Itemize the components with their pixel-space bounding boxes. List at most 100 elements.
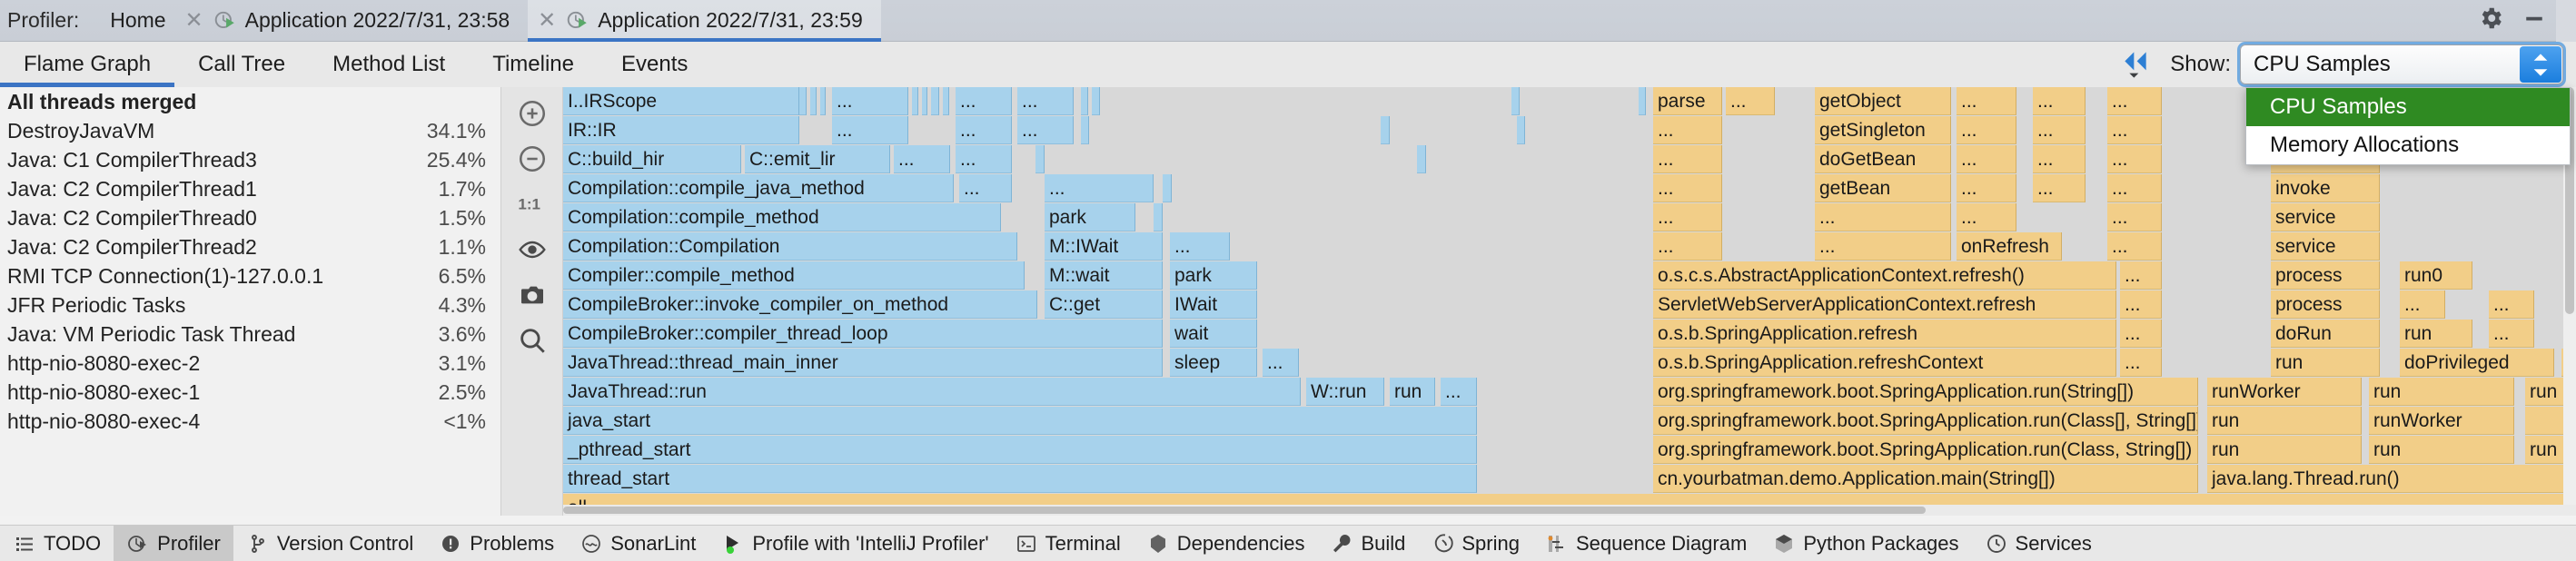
flame-frame[interactable]: Compilation::compile_java_method — [563, 174, 954, 202]
flame-frame[interactable]: service — [2271, 232, 2380, 261]
thread-row[interactable]: http-nio-8080-exec-4 <1% — [0, 407, 500, 436]
flame-frame[interactable]: CompileBroker::invoke_compiler_on_method — [563, 290, 1037, 319]
flame-frame[interactable]: ... — [956, 87, 1012, 115]
zoom-out-button[interactable] — [509, 140, 556, 182]
flame-frame[interactable]: thread_start — [563, 465, 1477, 493]
collapse-back-button[interactable] — [2115, 44, 2155, 84]
flame-frame[interactable]: ... — [1263, 349, 1299, 377]
horizontal-scroll-thumb[interactable] — [563, 507, 1926, 514]
profiler-tab-0[interactable]: Home — [79, 0, 174, 42]
flame-frame[interactable]: ... — [2107, 145, 2162, 173]
status-item-sonarlint[interactable]: SonarLint — [567, 526, 708, 561]
flame-frame[interactable]: getObject — [1815, 87, 1951, 115]
flame-frame[interactable]: ... — [959, 174, 1012, 202]
view-tab-events[interactable]: Events — [598, 42, 711, 87]
flame-frame[interactable]: sleep — [1170, 349, 1257, 377]
visibility-button[interactable] — [509, 231, 556, 272]
flame-frame[interactable]: o.s.b.SpringApplication.refreshContext — [1653, 349, 2116, 377]
flame-frame[interactable]: M::wait — [1045, 261, 1163, 290]
status-item-python-packages[interactable]: Python Packages — [1759, 526, 1971, 561]
flame-frame[interactable]: parse — [1653, 87, 1722, 115]
flame-frame[interactable]: doGetBean — [1815, 145, 1951, 173]
flame-frame[interactable]: ... — [1653, 174, 1722, 202]
flame-frame[interactable] — [1163, 174, 1172, 202]
flame-frame[interactable]: _pthread_start — [563, 436, 1477, 464]
flame-frame[interactable]: getBean — [1815, 174, 1951, 202]
status-item-terminal[interactable]: Terminal — [1002, 526, 1134, 561]
thread-row[interactable]: Java: C1 CompilerThread3 25.4% — [0, 145, 500, 174]
flame-frame[interactable]: run — [1390, 378, 1435, 406]
flame-frame[interactable]: getSingleton — [1815, 116, 1951, 144]
flame-frame[interactable]: Compilation::compile_method — [563, 203, 1001, 231]
flame-frame[interactable]: ... — [956, 145, 1012, 173]
status-item-spring[interactable]: Spring — [1418, 526, 1532, 561]
thread-list[interactable]: All threads merged DestroyJavaVM 34.1% Jav… — [0, 87, 501, 516]
flame-frame[interactable]: I..IRScope — [563, 87, 799, 115]
view-tab-flame-graph[interactable]: Flame Graph — [0, 42, 175, 87]
flame-frame[interactable]: ... — [1653, 116, 1722, 144]
zoom-in-button[interactable] — [509, 94, 556, 136]
flame-frame[interactable] — [1511, 87, 1520, 115]
thread-row[interactable]: Java: C2 CompilerThread1 1.7% — [0, 174, 500, 203]
flame-frame[interactable]: java_start — [563, 407, 1477, 435]
status-item-problems[interactable]: Problems — [426, 526, 567, 561]
flame-frame[interactable]: ... — [2033, 145, 2086, 173]
flame-frame[interactable]: ... — [956, 116, 1012, 144]
flame-frame[interactable]: ... — [2120, 261, 2162, 290]
flame-frame[interactable]: ... — [1957, 116, 2016, 144]
flame-frame[interactable]: M::IWait — [1045, 232, 1163, 261]
flame-frame[interactable]: run — [2369, 378, 2514, 406]
view-tab-timeline[interactable]: Timeline — [469, 42, 598, 87]
show-combo-box[interactable]: CPU Samples — [2240, 44, 2563, 84]
tab-close-icon[interactable]: ✕ — [181, 7, 208, 34]
flame-frame[interactable] — [1154, 203, 1163, 231]
flame-frame[interactable] — [1639, 87, 1646, 115]
thread-row[interactable]: Java: C2 CompilerThread2 1.1% — [0, 232, 500, 261]
thread-row[interactable]: Java: VM Periodic Task Thread 3.6% — [0, 320, 500, 349]
flame-frame[interactable]: org.springframework.boot.SpringApplicati… — [1653, 378, 2198, 406]
flame-frame[interactable]: ... — [1441, 378, 1477, 406]
tab-close-icon[interactable]: ✕ — [533, 7, 560, 34]
flame-frame[interactable] — [1517, 116, 1525, 144]
view-tab-call-tree[interactable]: Call Tree — [174, 42, 309, 87]
flame-frame[interactable] — [799, 87, 807, 115]
flame-frame[interactable]: ... — [1653, 145, 1722, 173]
flame-frame[interactable]: runWorker — [2207, 378, 2362, 406]
flame-frame[interactable]: ... — [2107, 174, 2162, 202]
status-item-sequence-diagram[interactable]: Sequence Diagram — [1532, 526, 1759, 561]
status-item-todo[interactable]: TODO — [0, 526, 114, 561]
flame-frame[interactable]: run — [2271, 349, 2380, 377]
flame-frame[interactable]: run — [2369, 436, 2514, 464]
flame-frame[interactable]: C::emit_lir — [745, 145, 890, 173]
flame-frame[interactable] — [1035, 145, 1045, 173]
flame-frame[interactable]: org.springframework.boot.SpringApplicati… — [1653, 436, 2198, 464]
flame-frame[interactable] — [1081, 116, 1089, 144]
show-combo-popup[interactable]: CPU Samples Memory Allocations — [2245, 87, 2571, 165]
settings-button[interactable] — [2469, 0, 2512, 42]
flame-frame[interactable]: ... — [2107, 203, 2162, 231]
flame-frame[interactable]: invoke — [2271, 174, 2380, 202]
flame-frame[interactable] — [1092, 87, 1100, 115]
flame-frame[interactable]: JavaThread::run — [563, 378, 1301, 406]
status-item-profiler[interactable]: Profiler — [114, 525, 233, 561]
flame-frame[interactable]: ... — [2033, 116, 2086, 144]
flame-frame[interactable]: ... — [1017, 87, 1074, 115]
status-item-version-control[interactable]: Version Control — [233, 526, 426, 561]
flame-frame[interactable]: onRefresh — [1957, 232, 2062, 261]
flame-frame[interactable]: ... — [2107, 116, 2162, 144]
flame-frame[interactable] — [931, 87, 939, 115]
status-item-build[interactable]: Build — [1317, 526, 1418, 561]
flame-frame[interactable] — [922, 87, 927, 115]
flame-frame[interactable]: ... — [2033, 174, 2086, 202]
flame-frame[interactable]: ... — [1957, 174, 2016, 202]
actual-size-button[interactable]: 1:1 — [509, 185, 556, 227]
search-button[interactable] — [509, 321, 556, 363]
thread-row[interactable]: http-nio-8080-exec-2 3.1% — [0, 349, 500, 378]
thread-list-header[interactable]: All threads merged — [0, 87, 500, 116]
flame-frame[interactable]: ... — [2489, 290, 2534, 319]
flame-frame[interactable]: service — [2271, 203, 2380, 231]
flame-frame[interactable]: run — [2207, 407, 2362, 435]
flame-frame[interactable]: ... — [832, 116, 908, 144]
flame-frame[interactable]: ... — [2120, 290, 2162, 319]
flame-frame[interactable]: C::build_hir — [563, 145, 741, 173]
